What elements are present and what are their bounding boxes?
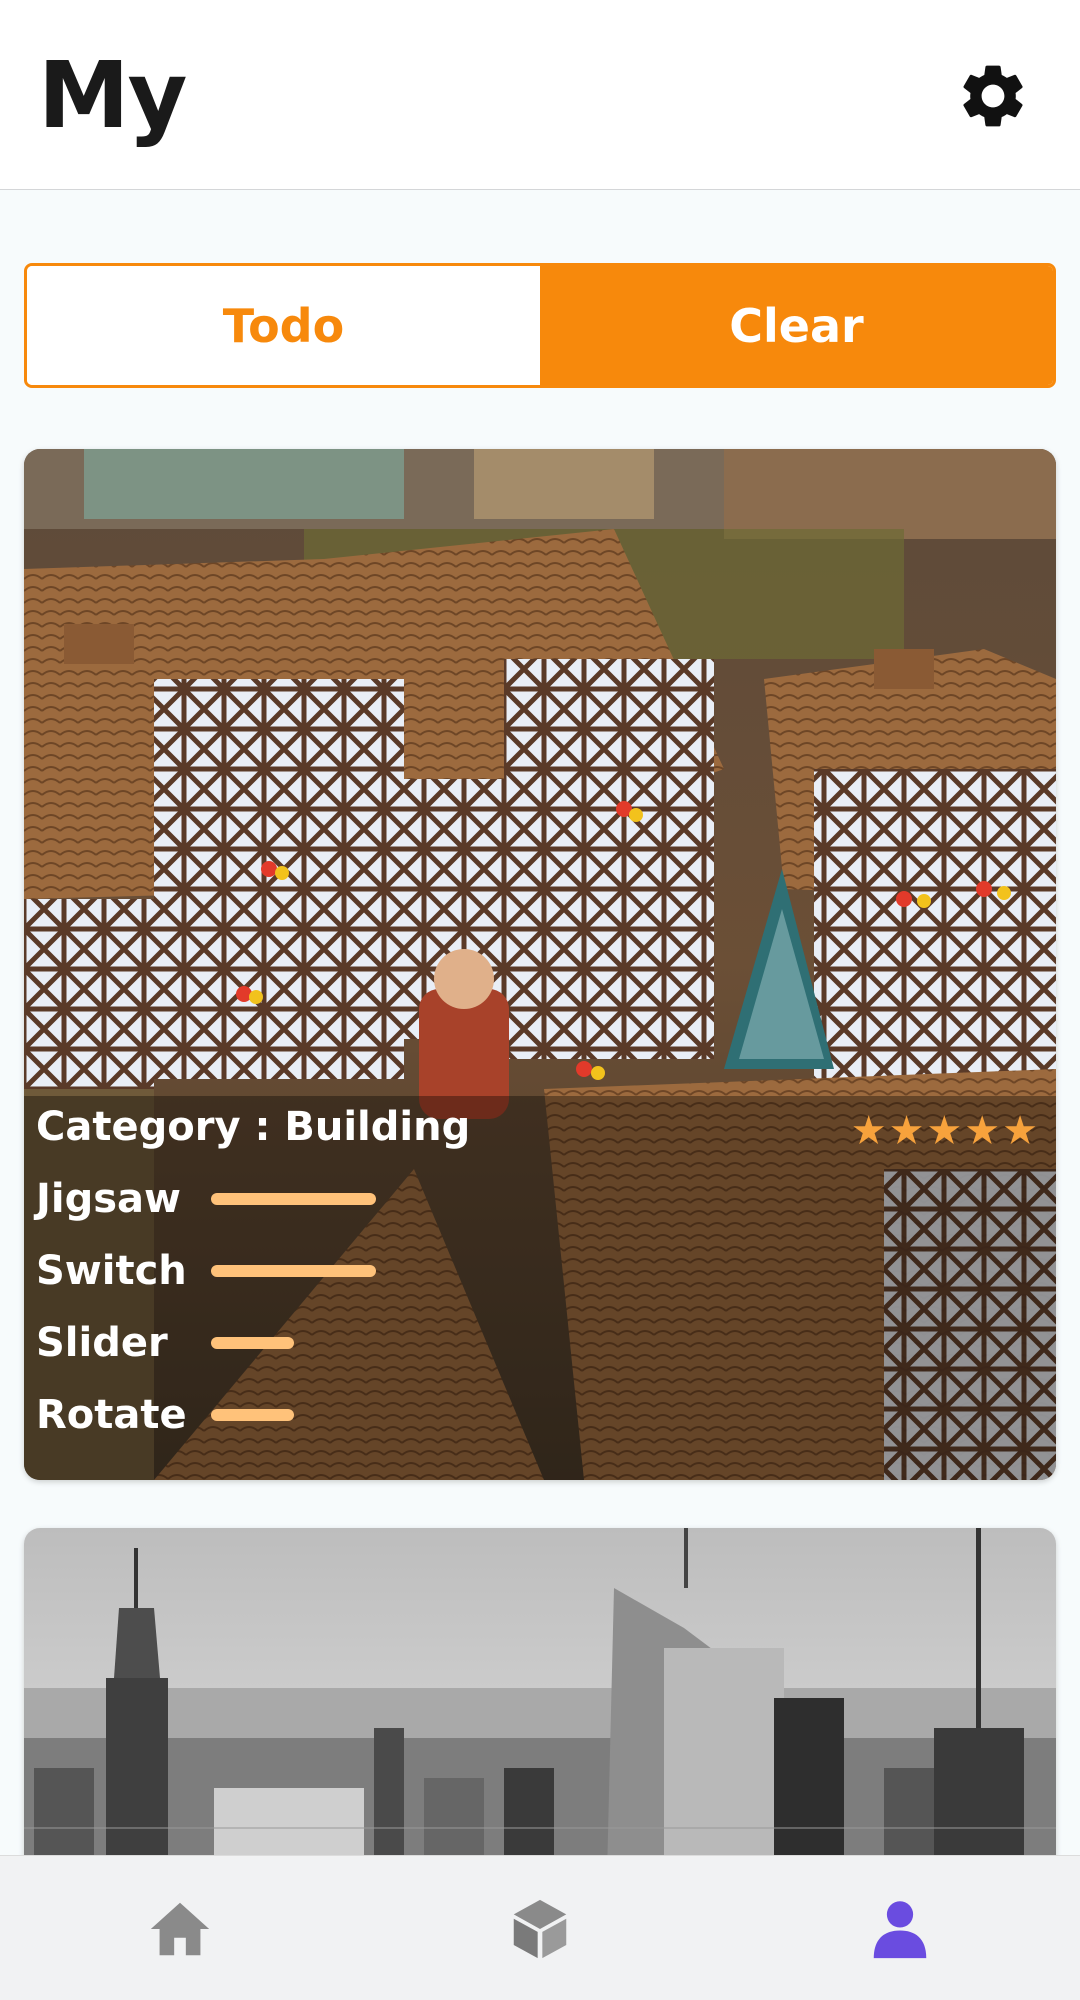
stat-label: Rotate <box>36 1392 187 1438</box>
tab-todo[interactable]: Todo <box>27 266 540 385</box>
category-label: Category : Building <box>36 1104 471 1150</box>
puzzle-card[interactable]: Category : Building ★★★★★ Jigsaw Switch … <box>24 449 1056 1480</box>
cube-icon[interactable] <box>500 1894 580 1964</box>
stat-label: Jigsaw <box>36 1176 181 1222</box>
profile-icon[interactable] <box>860 1894 940 1964</box>
rating-stars: ★★★★★ <box>850 1108 1040 1154</box>
tab-clear[interactable]: Clear <box>540 266 1053 385</box>
gear-icon[interactable] <box>955 58 1031 134</box>
todo-clear-toggle: Todo Clear <box>24 263 1056 388</box>
stat-label: Slider <box>36 1320 168 1366</box>
stat-label: Switch <box>36 1248 187 1294</box>
stat-row: Rotate <box>36 1390 294 1440</box>
stat-bar <box>211 1193 376 1205</box>
stat-row: Slider <box>36 1318 294 1368</box>
app-header: My <box>0 0 1080 190</box>
page-title: My <box>38 42 188 149</box>
stat-bar <box>211 1337 294 1349</box>
stat-bar <box>211 1265 376 1277</box>
bottom-navbar <box>0 1855 1080 2000</box>
stat-row: Switch <box>36 1246 376 1296</box>
home-icon[interactable] <box>140 1894 220 1964</box>
stat-bar <box>211 1409 294 1421</box>
card-info-overlay: Category : Building ★★★★★ Jigsaw Switch … <box>24 1096 1056 1480</box>
stat-row: Jigsaw <box>36 1174 376 1224</box>
